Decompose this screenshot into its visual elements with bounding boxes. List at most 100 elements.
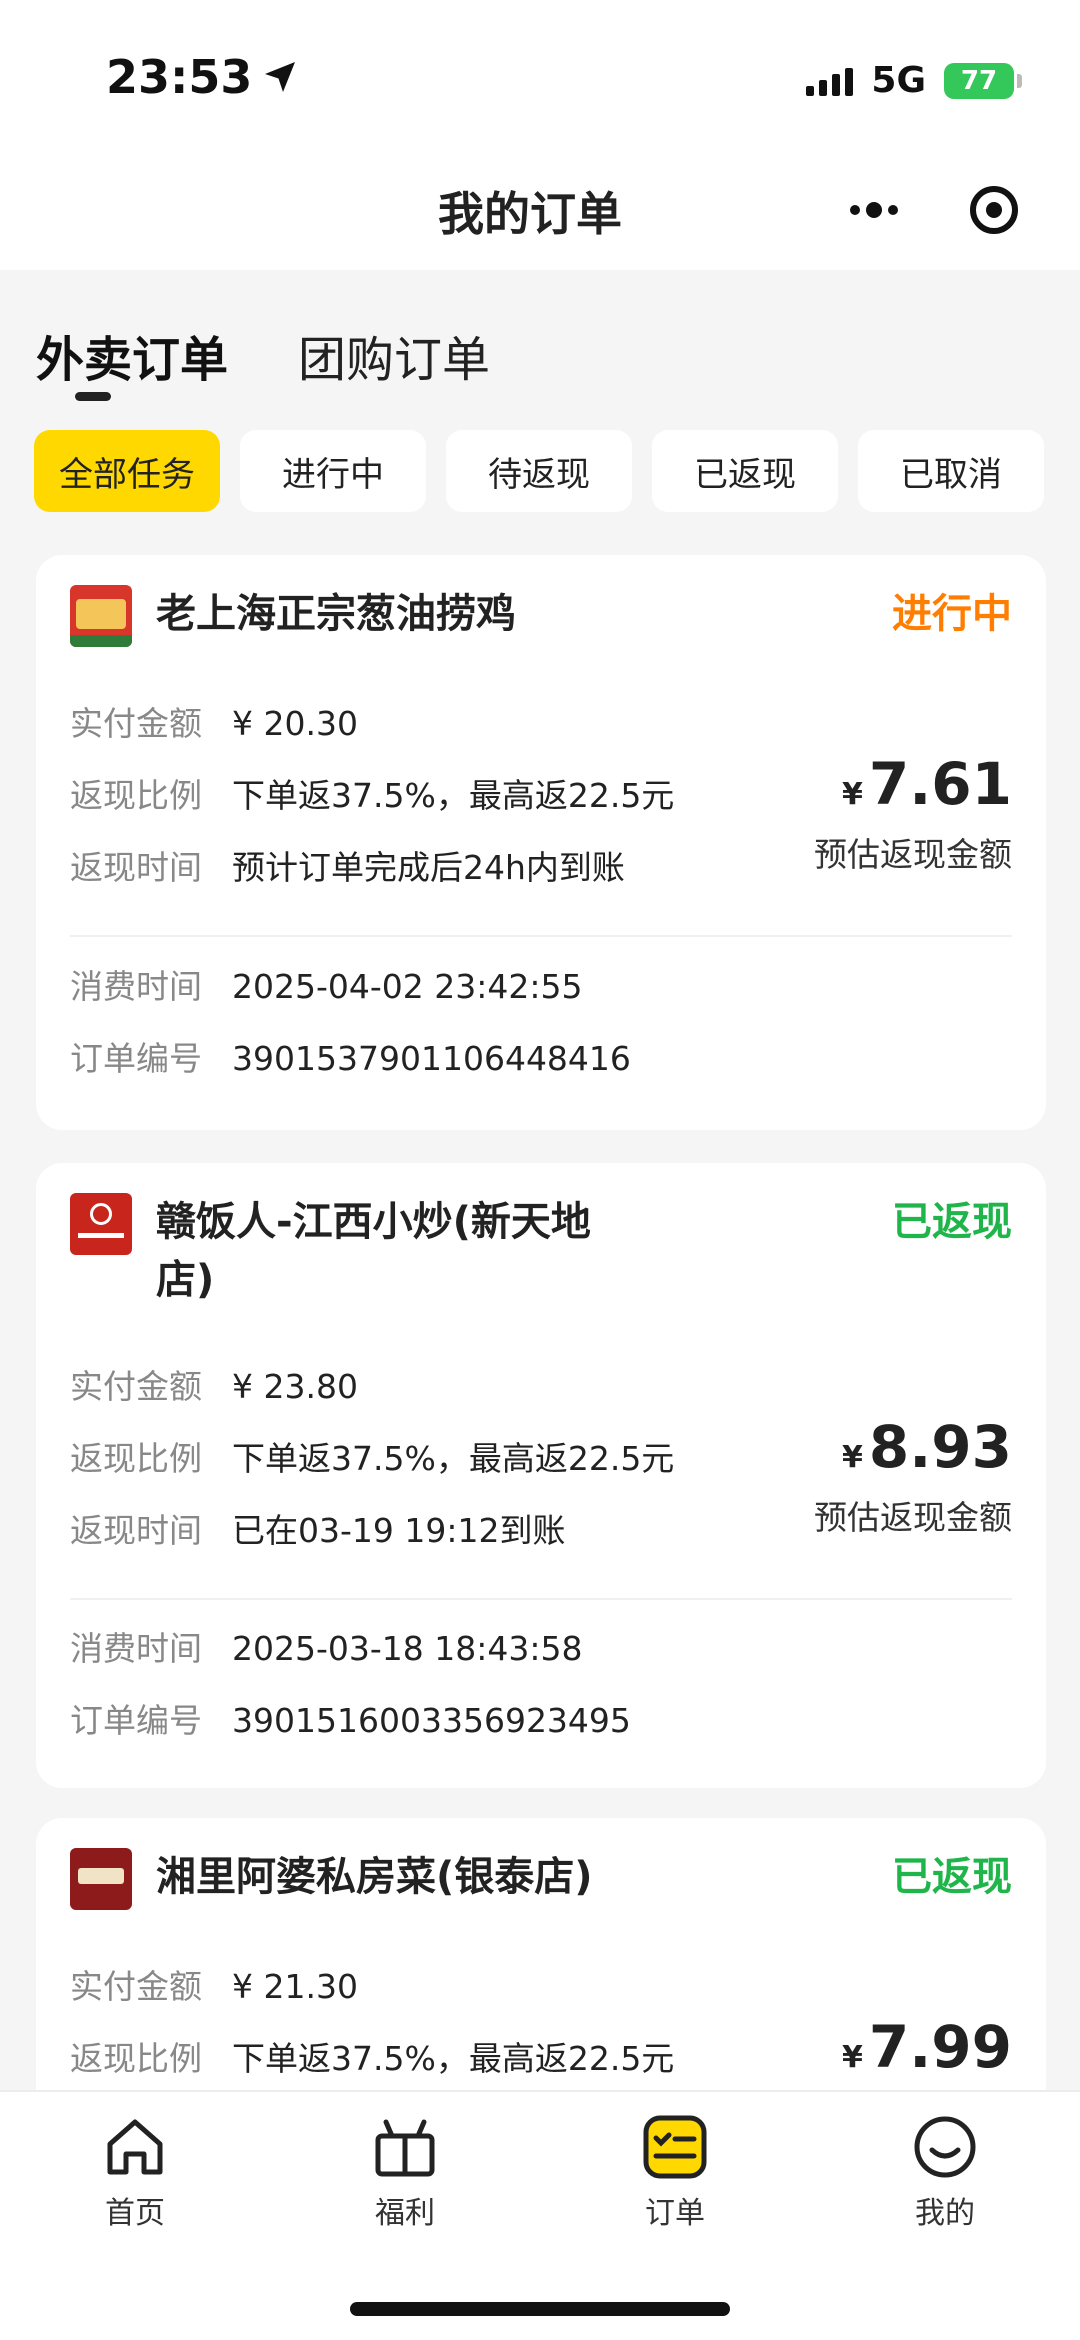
- status-bar: 23:53 5G 77: [0, 0, 1080, 160]
- order-no-row: 订单编号 3901537901106448416: [70, 1035, 631, 1083]
- paid-label: 实付金额: [70, 704, 202, 743]
- home-icon: [100, 2112, 170, 2182]
- order-card[interactable]: 老上海正宗葱油捞鸡 进行中 实付金额 ¥ 20.30 返现比例 下单返37.5%，最…: [36, 555, 1046, 1130]
- order-no-value: 3901516003356923495: [232, 1701, 631, 1740]
- shop-row: 湘里阿婆私房菜(银泰店): [70, 1848, 593, 1910]
- paid-label: 实付金额: [70, 1367, 202, 1406]
- status-time: 23:53: [106, 50, 298, 104]
- location-arrow-icon: [265, 62, 296, 92]
- tabbar-orders[interactable]: 订单: [595, 2112, 755, 2232]
- active-tab-indicator: [75, 392, 111, 401]
- yen-sign: ¥: [842, 1440, 863, 1475]
- battery-icon: 77: [944, 62, 1022, 99]
- card-divider: [70, 935, 1012, 937]
- tabbar-label: 订单: [645, 2196, 705, 2231]
- main-content: 外卖订单 团购订单 全部任务 进行中 待返现 已返现 已取消 老上海正宗葱油捞鸡…: [0, 270, 1080, 2090]
- shop-name: 湘里阿婆私房菜(银泰店): [156, 1854, 593, 1900]
- shop-name: 老上海正宗葱油捞鸡: [156, 591, 516, 637]
- tabbar-label: 福利: [375, 2196, 435, 2231]
- consume-time-label: 消费时间: [70, 1629, 202, 1668]
- shop-name: 赣饭人-江西小炒(新天地店): [156, 1199, 591, 1303]
- cashback-amount: ¥7.99: [842, 2013, 1012, 2081]
- gift-icon: [370, 2112, 440, 2182]
- shop-logo: [70, 585, 132, 647]
- bottom-tab-bar: 首页 福利 订单 我的: [0, 2090, 1080, 2340]
- consume-time-row: 消费时间 2025-04-02 23:42:55: [70, 963, 631, 1011]
- more-dots-icon[interactable]: [850, 202, 898, 218]
- ratio-value: 下单返37.5%，最高返22.5元: [232, 1439, 675, 1478]
- consume-time-row: 消费时间 2025-03-18 18:43:58: [70, 1625, 631, 1673]
- filter-chips: 全部任务 进行中 待返现 已返现 已取消: [34, 430, 1044, 512]
- cash-time-label: 返现时间: [70, 1511, 202, 1550]
- smile-icon: [910, 2112, 980, 2182]
- order-no-label: 订单编号: [70, 1039, 202, 1078]
- order-info: 实付金额 ¥ 23.80 返现比例 下单返37.5%，最高返22.5元 返现时间 已在…: [70, 1363, 674, 1555]
- nav-bar: 我的订单: [0, 160, 1080, 270]
- yen-sign: ¥: [842, 2040, 863, 2075]
- cashback-value: 7.61: [868, 750, 1012, 818]
- cashback-label: 预估返现金额: [814, 1498, 1012, 1537]
- cash-time-row: 返现时间 预计订单完成后24h内到账: [70, 844, 674, 892]
- ratio-label: 返现比例: [70, 2039, 202, 2078]
- cashback-value: 8.93: [868, 1413, 1012, 1481]
- cash-time-label: 返现时间: [70, 848, 202, 887]
- order-no-value: 3901537901106448416: [232, 1039, 631, 1078]
- ratio-row: 返现比例 下单返37.5%，最高返22.5元: [70, 772, 674, 820]
- order-list-icon: [640, 2112, 710, 2182]
- paid-label: 实付金额: [70, 1967, 202, 2006]
- order-card[interactable]: 湘里阿婆私房菜(银泰店) 已返现 实付金额 ¥ 21.30 返现比例 下单返37.5…: [36, 1818, 1046, 2090]
- paid-value: ¥ 20.30: [232, 704, 358, 743]
- ratio-value: 下单返37.5%，最高返22.5元: [232, 776, 675, 815]
- tab-group-buy[interactable]: 团购订单: [298, 320, 490, 390]
- cashback-block: ¥8.93 预估返现金额: [814, 1413, 1012, 1539]
- cash-time-row: 返现时间 已在03-19 19:12到账: [70, 1507, 674, 1555]
- status-right: 5G 77: [806, 60, 1022, 101]
- order-info: 实付金额 ¥ 20.30 返现比例 下单返37.5%，最高返22.5元 返现时间 预计…: [70, 700, 674, 892]
- order-info: 实付金额 ¥ 21.30 返现比例 下单返37.5%，最高返22.5元: [70, 1963, 674, 2083]
- shop-logo: [70, 1848, 132, 1910]
- paid-row: 实付金额 ¥ 21.30: [70, 1963, 674, 2011]
- order-status: 已返现: [892, 1199, 1012, 1245]
- home-indicator: [350, 2302, 730, 2316]
- order-no-label: 订单编号: [70, 1701, 202, 1740]
- consume-time-value: 2025-04-02 23:42:55: [232, 967, 583, 1006]
- order-meta: 消费时间 2025-03-18 18:43:58 订单编号 390151600335…: [70, 1625, 631, 1745]
- shop-row: 老上海正宗葱油捞鸡: [70, 585, 516, 647]
- cashback-label: 预估返现金额: [814, 835, 1012, 874]
- consume-time-value: 2025-03-18 18:43:58: [232, 1629, 583, 1668]
- mini-program-capsule: [814, 170, 1054, 250]
- target-icon[interactable]: [970, 186, 1018, 234]
- tabbar-home[interactable]: 首页: [55, 2112, 215, 2232]
- filter-cancelled[interactable]: 已取消: [858, 430, 1044, 512]
- tabbar-mine[interactable]: 我的: [865, 2112, 1025, 2232]
- cashback-block: ¥7.99: [842, 2013, 1012, 2081]
- ratio-label: 返现比例: [70, 776, 202, 815]
- cashback-value: 7.99: [868, 2013, 1012, 2081]
- shop-row: 赣饭人-江西小炒(新天地店): [70, 1193, 616, 1309]
- tabbar-welfare[interactable]: 福利: [325, 2112, 485, 2232]
- order-status: 已返现: [892, 1854, 1012, 1900]
- cash-time-value: 已在03-19 19:12到账: [232, 1511, 566, 1550]
- consume-time-label: 消费时间: [70, 967, 202, 1006]
- tab-takeout[interactable]: 外卖订单: [36, 320, 228, 390]
- order-status: 进行中: [892, 591, 1012, 637]
- time-text: 23:53: [106, 50, 253, 104]
- battery-level: 77: [960, 65, 998, 96]
- filter-pending-cashback[interactable]: 待返现: [446, 430, 632, 512]
- tabbar-label: 首页: [105, 2196, 165, 2231]
- ratio-label: 返现比例: [70, 1439, 202, 1478]
- ratio-row: 返现比例 下单返37.5%，最高返22.5元: [70, 2035, 674, 2083]
- order-meta: 消费时间 2025-04-02 23:42:55 订单编号 390153790110…: [70, 963, 631, 1083]
- shop-logo: [70, 1193, 132, 1255]
- filter-cashback-done[interactable]: 已返现: [652, 430, 838, 512]
- filter-all[interactable]: 全部任务: [34, 430, 220, 512]
- ratio-value: 下单返37.5%，最高返22.5元: [232, 2039, 675, 2078]
- card-divider: [70, 1598, 1012, 1600]
- paid-row: 实付金额 ¥ 20.30: [70, 700, 674, 748]
- order-card[interactable]: 赣饭人-江西小炒(新天地店) 已返现 实付金额 ¥ 23.80 返现比例 下单返37…: [36, 1163, 1046, 1788]
- yen-sign: ¥: [842, 777, 863, 812]
- order-type-tabs: 外卖订单 团购订单: [36, 320, 490, 390]
- cash-time-value: 预计订单完成后24h内到账: [232, 848, 625, 887]
- filter-in-progress[interactable]: 进行中: [240, 430, 426, 512]
- tabbar-label: 我的: [915, 2196, 975, 2231]
